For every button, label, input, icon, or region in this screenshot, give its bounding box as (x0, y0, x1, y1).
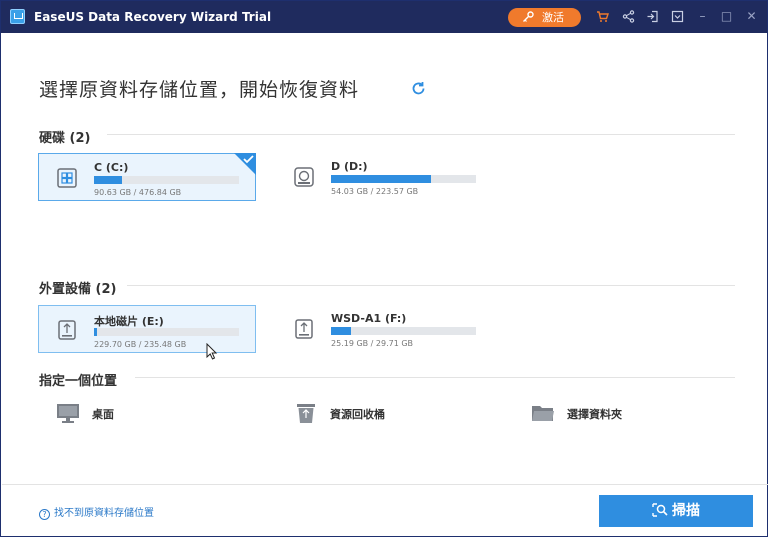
drive-size: 25.19 GB / 29.71 GB (331, 339, 414, 348)
title-bar: EaseUS Data Recovery Wizard Trial 激活 – □… (1, 1, 767, 33)
drive-name: C (C:) (94, 161, 129, 174)
location-label: 資源回收桶 (330, 408, 385, 421)
drive-size: 54.03 GB / 223.57 GB (331, 187, 419, 196)
footer-divider (2, 484, 768, 485)
drive-e[interactable]: 本地磁片 (E:) 229.70 GB / 235.48 GB (38, 305, 256, 353)
section-divider (135, 377, 735, 378)
windows-drive-icon (57, 168, 77, 188)
question-icon: ? (39, 509, 50, 520)
external-section-label: 外置設備 (2) (39, 282, 117, 297)
recycle-bin-icon (297, 404, 315, 423)
minimize-button[interactable]: – (696, 10, 709, 23)
page-heading: 選擇原資料存儲位置，開始恢復資料 (39, 79, 360, 101)
hdd-icon (294, 167, 314, 187)
scan-button[interactable]: 掃描 (599, 495, 753, 527)
help-link-label: 找不到原資料存儲位置 (54, 508, 154, 519)
usage-fill (94, 328, 97, 336)
help-link[interactable]: ? 找不到原資料存儲位置 (39, 504, 154, 520)
activate-label: 激活 (542, 11, 564, 24)
app-logo-icon (10, 9, 25, 24)
location-label: 桌面 (92, 408, 114, 421)
drive-name: D (D:) (331, 160, 368, 173)
usage-fill (331, 175, 432, 183)
usb-drive-icon (58, 320, 76, 340)
selected-check-icon (234, 153, 256, 175)
drive-size: 229.70 GB / 235.48 GB (94, 340, 187, 349)
usage-bar (331, 175, 476, 183)
location-label: 選擇資料夾 (567, 408, 622, 421)
drive-name: WSD-A1 (F:) (331, 312, 407, 325)
app-window: EaseUS Data Recovery Wizard Trial 激活 – □… (0, 0, 768, 537)
refresh-icon[interactable] (411, 81, 426, 96)
maximize-button[interactable]: □ (720, 10, 733, 23)
key-icon (523, 11, 534, 22)
location-section-label: 指定一個位置 (39, 374, 118, 389)
usage-bar (94, 328, 239, 336)
usb-drive-icon (295, 319, 313, 339)
drive-name: 本地磁片 (E:) (94, 315, 164, 328)
folder-icon (532, 406, 554, 421)
monitor-icon (57, 404, 79, 423)
usage-bar (331, 327, 476, 335)
drive-c[interactable]: C (C:) 90.63 GB / 476.84 GB (38, 153, 256, 201)
usage-fill (94, 176, 122, 184)
window-title: EaseUS Data Recovery Wizard Trial (34, 10, 272, 24)
usage-fill (331, 327, 352, 335)
share-icon[interactable] (622, 10, 635, 23)
drive-d[interactable]: D (D:) 54.03 GB / 223.57 GB (276, 153, 494, 201)
scan-button-label: 掃描 (672, 503, 700, 519)
drive-size: 90.63 GB / 476.84 GB (94, 188, 182, 197)
mouse-cursor-icon (206, 343, 218, 360)
usage-bar (94, 176, 239, 184)
hard-disk-section-label: 硬碟 (2) (39, 131, 91, 146)
drive-f[interactable]: WSD-A1 (F:) 25.19 GB / 29.71 GB (276, 305, 494, 353)
close-button[interactable]: ✕ (745, 10, 758, 23)
section-divider (127, 285, 735, 286)
login-icon[interactable] (646, 10, 659, 23)
menu-icon[interactable] (671, 10, 684, 23)
section-divider (107, 134, 735, 135)
scan-icon (652, 503, 668, 517)
activate-button[interactable]: 激活 (508, 8, 581, 27)
cart-icon[interactable] (596, 10, 609, 23)
